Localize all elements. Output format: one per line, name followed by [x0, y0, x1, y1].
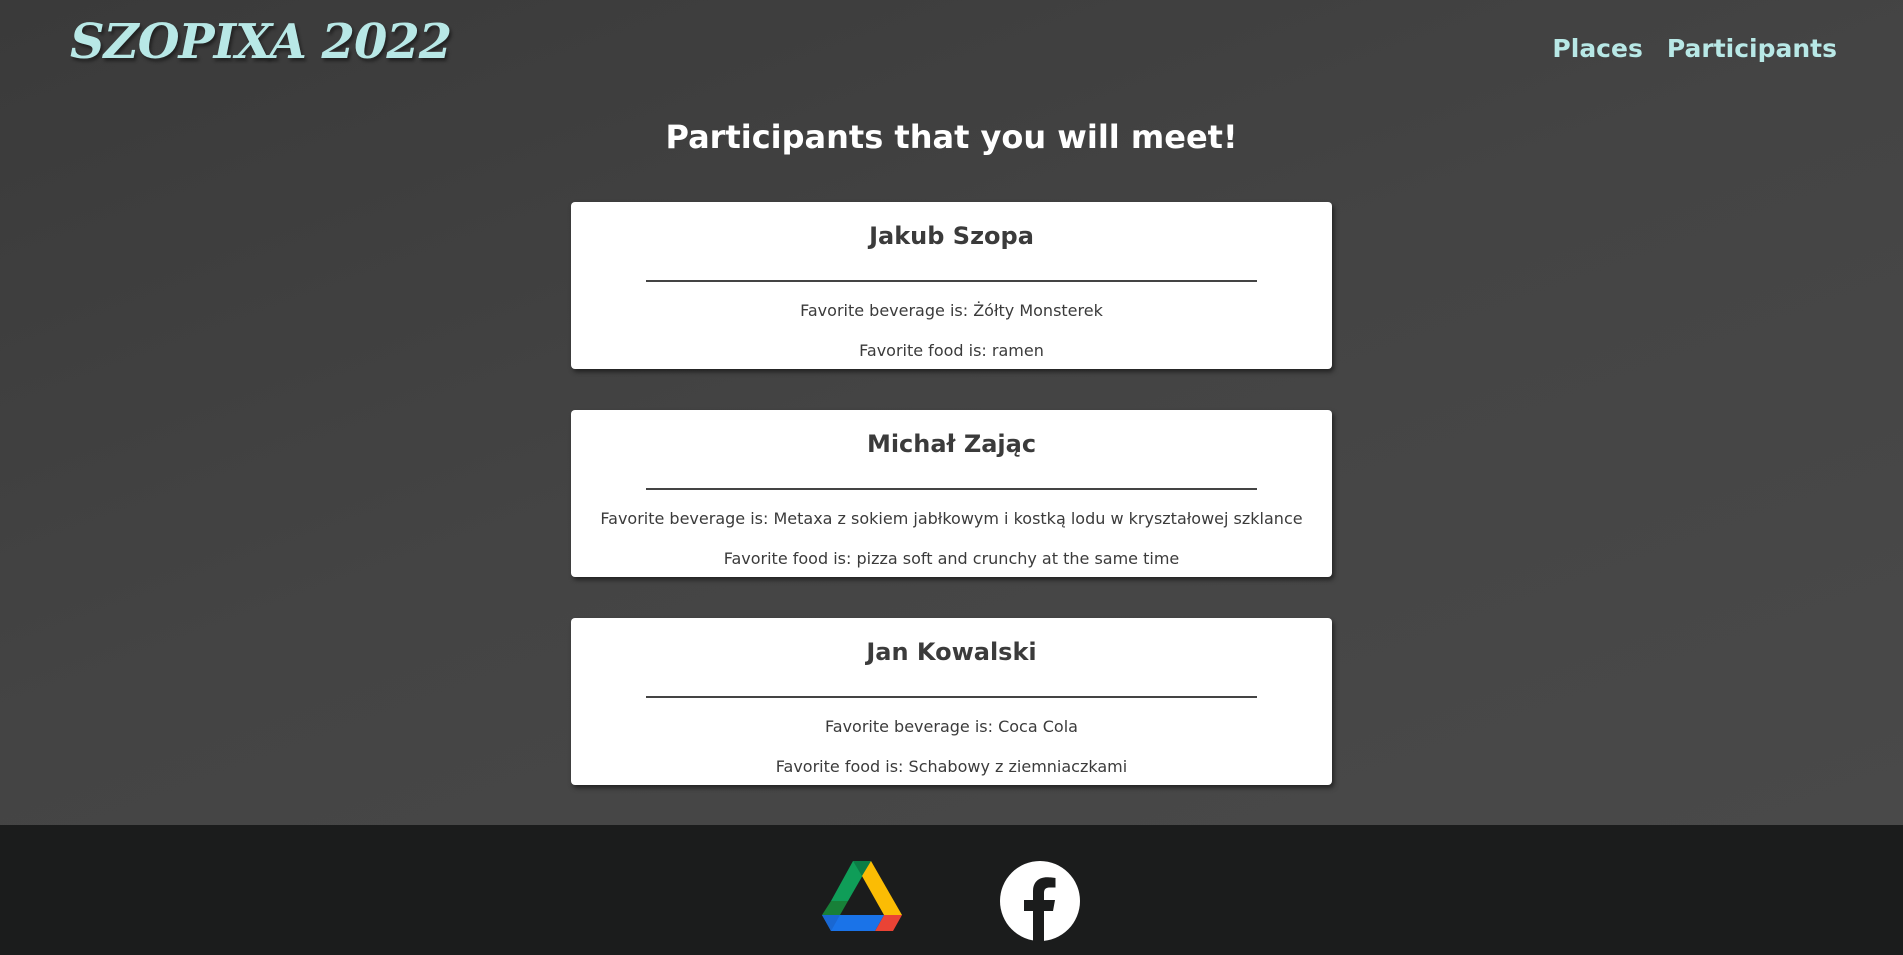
participant-name: Jakub Szopa: [869, 222, 1034, 250]
participant-food: Favorite food is: pizza soft and crunchy…: [723, 549, 1180, 568]
nav-link-participants[interactable]: Participants: [1667, 34, 1837, 63]
participant-card: Jan Kowalski Favorite beverage is: Coca …: [571, 618, 1332, 785]
main-nav: Places Participants: [1552, 34, 1837, 63]
participant-food: Favorite food is: ramen: [859, 341, 1044, 360]
nav-link-places[interactable]: Places: [1552, 34, 1642, 63]
card-divider: [646, 488, 1257, 490]
footer: [0, 825, 1903, 955]
footer-links: [822, 861, 1080, 941]
participant-name: Jan Kowalski: [866, 638, 1037, 666]
card-divider: [646, 280, 1257, 282]
participant-card: Michał Zając Favorite beverage is: Metax…: [571, 410, 1332, 577]
participant-name: Michał Zając: [866, 430, 1037, 458]
participant-beverage: Favorite beverage is: Żółty Monsterek: [800, 301, 1103, 320]
site-logo[interactable]: SZOPIXA 2022: [70, 14, 452, 70]
participant-card: Jakub Szopa Favorite beverage is: Żółty …: [571, 202, 1332, 369]
card-divider: [646, 696, 1257, 698]
participant-beverage: Favorite beverage is: Coca Cola: [825, 717, 1078, 736]
page-title: Participants that you will meet!: [665, 118, 1238, 156]
participant-food: Favorite food is: Schabowy z ziemniaczka…: [775, 757, 1128, 776]
participants-list: Jakub Szopa Favorite beverage is: Żółty …: [571, 202, 1332, 826]
participant-beverage: Favorite beverage is: Metaxa z sokiem ja…: [600, 509, 1303, 528]
facebook-icon[interactable]: [1000, 861, 1080, 941]
header: SZOPIXA 2022 Places Participants: [0, 0, 1903, 100]
google-drive-icon[interactable]: [822, 861, 902, 941]
